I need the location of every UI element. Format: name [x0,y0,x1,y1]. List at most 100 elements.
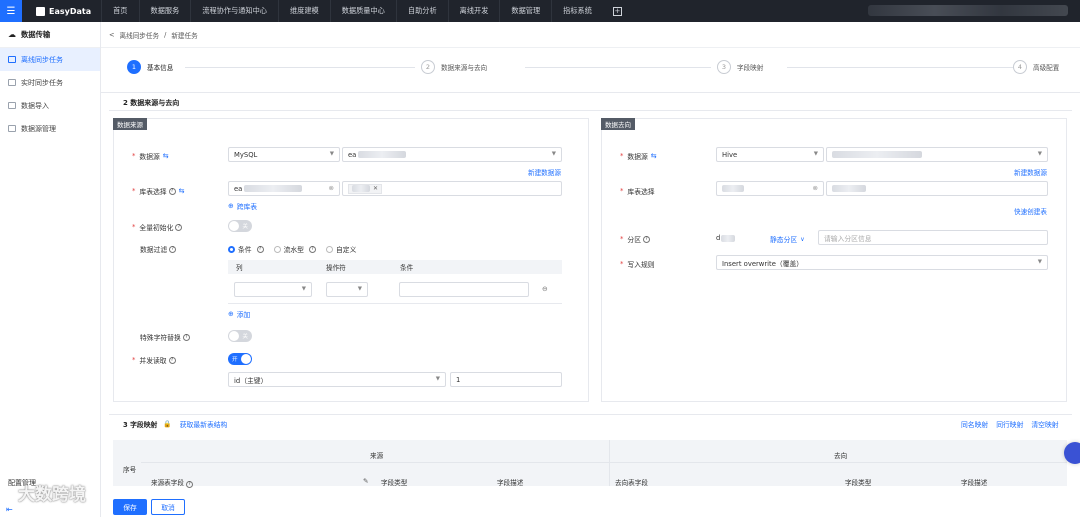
help-icon[interactable]: ? [308,245,316,253]
clear-mapping-link[interactable]: 清空映射 [1031,419,1058,429]
assistant-float-button[interactable] [1064,442,1080,464]
step-indicator: 1 基本信息 2 数据来源与去向 3 字段映射 4 高级配置 [127,60,1067,76]
col-header: 列 [236,264,243,272]
close-icon[interactable]: ✕ [373,185,378,192]
blurred-value [722,185,744,192]
step-number: 4 [1013,60,1027,74]
nav-item-data-service[interactable]: 数据服务 [138,0,191,22]
radio-stream[interactable]: 流水型? [273,244,316,254]
nav-item-modeling[interactable]: 维度建模 [277,0,330,22]
label-text: 并发读取 [139,357,167,365]
input-value: 1 [456,375,461,384]
sidebar-section-transfer[interactable]: ☁ 数据传输 [0,22,100,48]
refresh-schema-link[interactable]: 获取最新表结构 [180,419,228,429]
clear-icon[interactable]: ⊗ [329,184,334,192]
partition-label: * 分区? [620,234,650,244]
target-datasource-label: * 数据源 ⇆ [620,152,657,161]
sidebar-item-datasource-mgmt[interactable]: 数据源管理 [0,117,100,140]
label-text: 数据源 [627,153,648,161]
nav-item-metrics[interactable]: 指标系统 [551,0,603,22]
target-datasource-type-select[interactable]: Hive ▼ [716,147,824,162]
help-icon[interactable]: ? [643,235,650,243]
save-button[interactable]: 保存 [113,499,147,515]
source-db-select[interactable]: ea ⊗ [228,181,340,196]
full-init-toggle[interactable]: 关 [228,220,252,232]
concurrent-read-toggle[interactable]: 开 [228,353,252,365]
special-char-toggle[interactable]: 关 [228,330,252,342]
split-key-select[interactable]: id（主键） ▼ [228,372,446,387]
partition-field-text: d [716,234,721,242]
label-text: 分区 [627,236,641,244]
step-advanced[interactable]: 4 高级配置 [1013,60,1059,74]
target-datasource-name-select[interactable]: ▼ [826,147,1048,162]
step-number: 2 [421,60,435,74]
swap-icon[interactable]: ⇆ [651,152,657,160]
edit-icon[interactable]: ✎ [363,477,369,485]
help-icon[interactable]: ? [168,356,176,364]
label-text: 库表选择 [139,188,167,196]
target-panel-tag: 数据去向 [601,118,635,130]
same-row-mapping-link[interactable]: 同行映射 [996,419,1023,429]
filter-condition-input[interactable] [399,282,529,297]
filter-operator-select[interactable]: ▼ [326,282,368,297]
quick-create-table-link[interactable]: 快速创建表 [1014,206,1047,216]
sidebar-item-import[interactable]: 数据导入 [0,94,100,117]
chevron-down-icon: ∨ [800,235,805,243]
sidebar-item-realtime-sync[interactable]: 实时同步任务 [0,71,100,94]
target-new-datasource-link[interactable]: 新建数据源 [1014,167,1047,177]
chevron-down-icon: ▼ [435,376,440,382]
concurrency-input[interactable]: 1 [450,372,562,387]
add-tab-icon[interactable]: + [612,6,622,16]
help-icon[interactable]: ? [175,223,183,231]
static-partition-dropdown[interactable]: 静态分区 ∨ [770,234,805,245]
top-nav: 首页 数据服务 流程协作与通知中心 维度建模 数据质量中心 自助分析 离线开发 … [101,0,622,22]
toggle-text: 关 [242,224,248,230]
menu-icon[interactable]: ☰ [0,0,22,22]
sidebar-item-label: 数据导入 [21,101,49,110]
help-icon[interactable]: ? [182,333,190,341]
source-panel-tag: 数据来源 [113,118,147,130]
same-name-mapping-link[interactable]: 同名映射 [961,419,988,429]
nav-item-offline-dev[interactable]: 离线开发 [447,0,500,22]
source-table-select[interactable]: ✕ [342,181,562,196]
swap-icon[interactable]: ⇆ [179,187,185,195]
step-basic-info[interactable]: 1 基本信息 [127,60,173,74]
breadcrumb-parent[interactable]: 离线同步任务 [120,30,160,40]
write-rule-select[interactable]: Insert overwrite（覆盖） ▼ [716,255,1048,270]
target-db-select[interactable]: ⊗ [716,181,824,196]
step-source-target[interactable]: 2 数据来源与去向 [421,60,487,74]
nav-item-quality[interactable]: 数据质量中心 [329,0,396,22]
add-filter-link[interactable]: ⊕ 添加 [228,309,250,319]
label-text: 特殊字符替换 [140,334,181,342]
breadcrumb-separator: / [164,30,167,39]
help-icon[interactable]: ? [256,245,264,253]
nav-item-workflow[interactable]: 流程协作与通知中心 [190,0,278,22]
source-new-datasource-link[interactable]: 新建数据源 [528,167,561,177]
step-field-mapping[interactable]: 3 字段映射 [717,60,763,74]
help-icon[interactable]: ? [185,481,193,488]
back-icon[interactable]: < [109,31,115,39]
nav-item-self-analysis[interactable]: 自助分析 [395,0,448,22]
radio-condition[interactable]: 条件? [228,244,264,254]
section-title-source-target: 2 数据来源与去向 [123,99,180,107]
source-datasource-type-select[interactable]: MySQL ▼ [228,147,340,162]
help-icon[interactable]: ? [169,245,177,253]
nav-item-home[interactable]: 首页 [101,0,138,22]
clear-icon[interactable]: ⊗ [813,184,818,192]
nav-item-data-mgmt[interactable]: 数据管理 [499,0,551,22]
divider [109,414,1072,415]
target-table-select[interactable] [826,181,1048,196]
cross-table-link[interactable]: ⊕ 跨库表 [228,201,257,211]
collapse-icon[interactable]: ⇤ [6,505,13,514]
app-logo[interactable]: EasyData [36,6,91,16]
help-icon[interactable]: ? [168,187,176,195]
source-datasource-name-select[interactable]: ea ▼ [342,147,562,162]
cancel-button[interactable]: 取消 [151,499,185,515]
swap-icon[interactable]: ⇆ [163,152,169,160]
filter-column-select[interactable]: ▼ [234,282,312,297]
remove-circle-icon[interactable]: ⊖ [542,285,548,293]
radio-custom[interactable]: 自定义 [325,244,356,254]
sidebar-item-offline-sync[interactable]: 离线同步任务 [0,48,100,71]
select-value: Hive [722,150,738,159]
partition-input[interactable]: 请输入分区信息 [818,230,1048,245]
